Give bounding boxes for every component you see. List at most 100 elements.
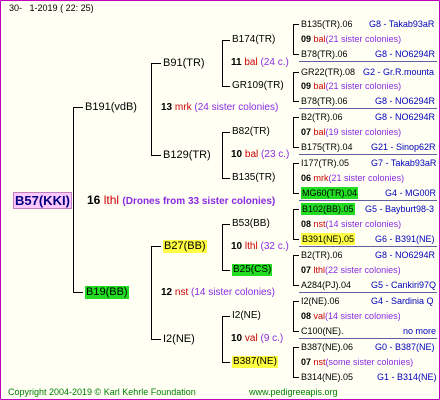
b25-queen[interactable]: B25(CS) [232, 264, 273, 276]
r15-queen[interactable]: B391(NE).05 [301, 233, 356, 245]
r4-queen[interactable]: GR22(TR).08 [301, 66, 355, 78]
r16-group: G8 - NO6294R [375, 250, 436, 260]
r19-queen[interactable]: I2(NE).06 [301, 295, 340, 307]
r17-note: (22 sister colonies) [325, 265, 401, 275]
r20-mating: 08 val(14 sister colonies) [301, 310, 401, 322]
r-line-7b [293, 331, 299, 332]
b27-connector [222, 224, 223, 270]
r1-group: G8 - Takab93aR [369, 19, 435, 29]
r-line-3b [293, 147, 299, 148]
r-separator-2 [299, 108, 437, 109]
r2-name: bal [313, 34, 326, 44]
i2-mating-name: val [244, 333, 258, 344]
r10-queen[interactable]: I177(TR).05 [301, 157, 349, 169]
dam-lower-line [151, 339, 161, 340]
i2-queen[interactable]: I2(NE) [163, 333, 195, 346]
b129-connector [222, 132, 223, 178]
r8-num: 07 [301, 127, 312, 137]
b135-queen[interactable]: B135(TR) [232, 172, 275, 184]
r7-queen[interactable]: B2(TR).06 [301, 111, 343, 123]
r22-queen[interactable]: B387(NE).06 [301, 341, 353, 353]
r-line-1b [293, 54, 299, 55]
site-link[interactable]: www.pedigreeapis.org [249, 387, 338, 398]
b174-queen[interactable]: B174(TR) [232, 34, 275, 46]
r-connector-1 [293, 24, 294, 54]
r14-num: 08 [301, 219, 312, 229]
r11-num: 06 [301, 173, 312, 183]
r-separator-4 [299, 200, 437, 201]
pedigree-frame: 30- 1-2019 ( 22: 25) B57(KKI) 16 lthl (D… [0, 0, 440, 400]
r-connector-5 [293, 209, 294, 239]
header-date-value: 1-2019 [29, 3, 58, 13]
r2-mating: 09 bal(21 sister colonies) [301, 33, 401, 45]
root-to-dam-line [73, 292, 83, 293]
dam-upper-line [151, 246, 161, 247]
r-line-7a [293, 301, 299, 302]
i2-lower-line [222, 362, 230, 363]
r5-num: 09 [301, 81, 312, 91]
gr109-queen[interactable]: GR109(TR) [232, 80, 284, 92]
dam-mating: 12 nst (14 sister colonies) [161, 287, 275, 299]
root-queen[interactable]: B57(KKI) [13, 192, 72, 209]
r21-group: no more [403, 326, 437, 336]
b91-queen[interactable]: B91(TR) [163, 57, 205, 70]
b91-connector [222, 40, 223, 86]
b387-queen[interactable]: B387(NE) [232, 356, 278, 368]
b91-mating: 11 bal (24 c.) [231, 57, 289, 69]
b129-mating-num: 10 [231, 149, 243, 160]
b27-mating: 10 lthl (32 c.) [231, 241, 289, 253]
dam-queen[interactable]: B19(BB) [85, 286, 129, 299]
r11-name: mrk [313, 173, 329, 183]
r6-queen[interactable]: B78(TR).06 [301, 95, 348, 107]
r5-mating: 09 bal(21 sister colonies) [301, 80, 401, 92]
r24-queen[interactable]: B314(NE).05 [301, 371, 353, 383]
r6-group: G8 - NO6294R [375, 96, 436, 106]
r3-queen[interactable]: B78(TR).06 [301, 48, 348, 60]
i2-mating-note: (9 c.) [260, 333, 284, 344]
r-separator-6 [299, 292, 437, 293]
b82-queen[interactable]: B82(TR) [232, 126, 270, 138]
dam-connector [151, 246, 152, 339]
r1-queen[interactable]: B135(TR).06 [301, 18, 353, 30]
sire-connector [151, 63, 152, 155]
r-line-2b [293, 101, 299, 102]
r9-queen[interactable]: B175(TR).04 [301, 141, 353, 153]
sire-mating-name: mrk [174, 102, 192, 113]
b129-queen[interactable]: B129(TR) [163, 149, 211, 162]
r21-queen[interactable]: C100(NE). [301, 325, 344, 337]
r18-queen[interactable]: A284(PJ).04 [301, 279, 351, 291]
r-line-4b [293, 193, 299, 194]
r13-group: G5 - Bayburt98-3 [365, 204, 435, 214]
dam-mating-num: 12 [161, 287, 173, 298]
b53-queen[interactable]: B53(BB) [232, 218, 270, 230]
root-mating-name: lthl [103, 193, 120, 207]
r-connector-8 [293, 347, 294, 377]
sire-mating-note: (24 sister colonies) [194, 102, 279, 113]
r-line-5a [293, 209, 299, 210]
header-time: ( 22: 25) [60, 3, 94, 13]
r14-note: (14 sister colonies) [325, 219, 402, 229]
r11-mating: 06 mrk(21 sister colonies) [301, 172, 404, 184]
b27-queen[interactable]: B27(BB) [163, 240, 207, 253]
r-separator-7 [299, 338, 437, 339]
r-separator-5 [299, 246, 437, 247]
r8-mating: 07 bal(19 sister colonies) [301, 126, 401, 138]
i2b-queen[interactable]: I2(NE) [232, 310, 261, 322]
r15-group: G6 - B391(NE) [375, 234, 435, 244]
r-connector-3 [293, 117, 294, 147]
r4-group: G2 - Gr.R.mounta [363, 67, 435, 77]
r16-queen[interactable]: B2(TR).06 [301, 249, 343, 261]
sire-queen[interactable]: B191(vdB) [85, 101, 137, 114]
r-connector-6 [293, 255, 294, 285]
r13-queen[interactable]: B102(BB).05 [301, 203, 355, 215]
r12-queen[interactable]: MG60(TR).04 [301, 187, 359, 199]
b27-mating-num: 10 [231, 241, 243, 252]
r9-group: G21 - Sinop62R [371, 142, 436, 152]
sire-lower-line [151, 155, 161, 156]
r17-mating: 07 lthl(22 sister colonies) [301, 264, 401, 276]
r20-name: val [313, 311, 326, 321]
root-mating-note: (Drones from 33 sister colonies) [122, 196, 276, 207]
r5-note: (21 sister colonies) [325, 81, 402, 91]
r-connector-2 [293, 72, 294, 101]
r22-group: G0 - B387(NE) [375, 342, 435, 352]
